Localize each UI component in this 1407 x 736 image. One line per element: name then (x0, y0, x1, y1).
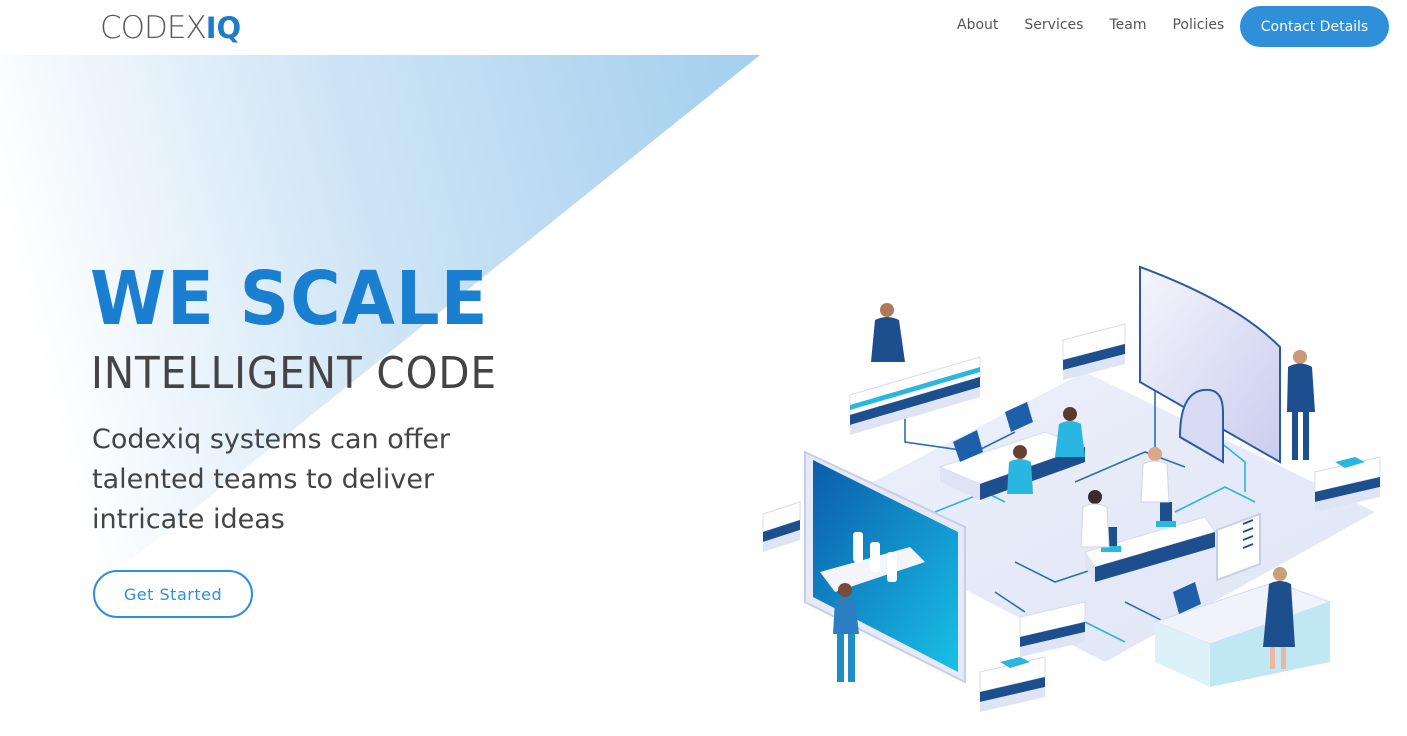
site-header: CODEX IQ About Services Team Policies Co… (0, 0, 1407, 55)
logo-text-light: CODEX (100, 9, 207, 46)
nav-policies-link[interactable]: Policies (1159, 15, 1237, 35)
codexiq-logo[interactable]: CODEX IQ (100, 8, 241, 48)
nav-services-link[interactable]: Services (1011, 15, 1096, 35)
get-started-button[interactable]: Get Started (93, 570, 253, 618)
nav-team-link[interactable]: Team (1096, 15, 1159, 35)
logo-text-bold: IQ (205, 10, 242, 45)
isometric-lab-illustration-icon (762, 265, 1381, 712)
hero-subheadline: INTELLIGENT CODE (91, 348, 497, 399)
hero-description: Codexiq systems can offer talented teams… (92, 424, 451, 535)
main-nav: About Services Team Policies (944, 15, 1237, 35)
contact-details-button[interactable]: Contact Details (1240, 6, 1389, 47)
hero-headline: WE SCALE (90, 256, 489, 342)
nav-about-link[interactable]: About (944, 15, 1011, 35)
